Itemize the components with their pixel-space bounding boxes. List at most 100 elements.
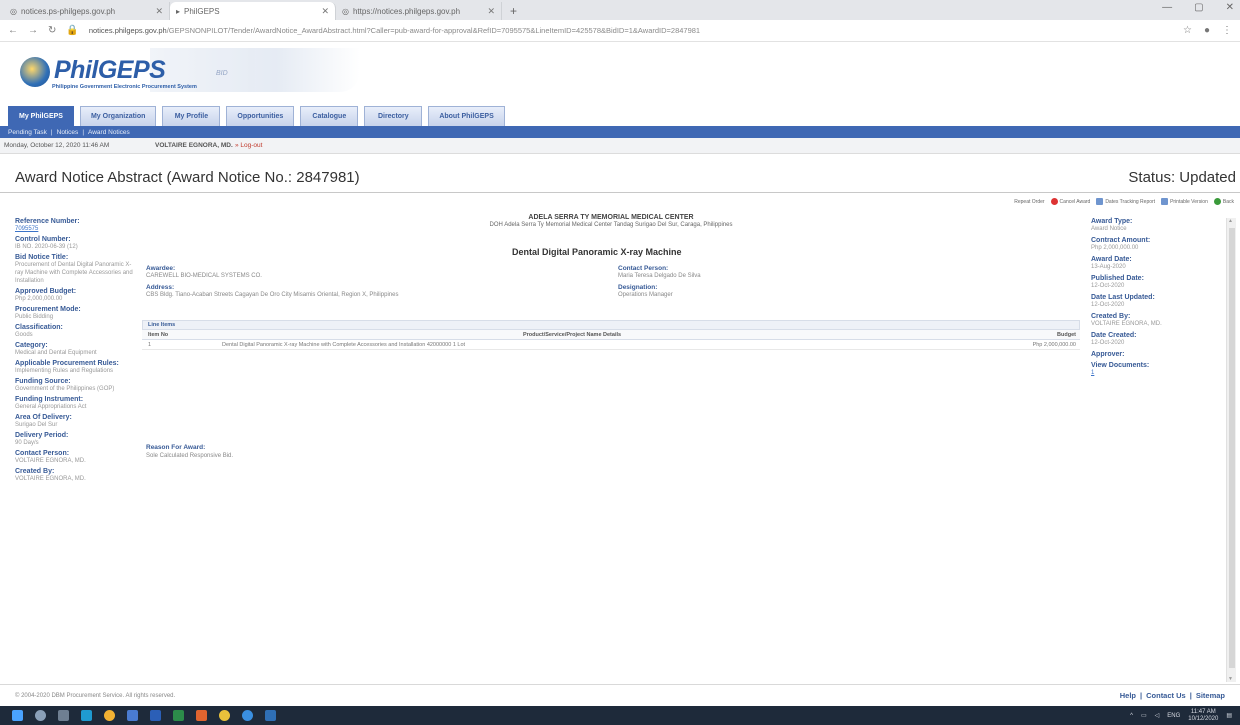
tab-about-philgeps[interactable]: About PhilGEPS: [428, 106, 505, 126]
app-icon[interactable]: [219, 710, 230, 721]
tab-my-profile[interactable]: My Profile: [162, 106, 221, 126]
screen: ◎ notices.ps-philgeps.gov.ph ✕ ▸ PhilGEPS ✕ …: [0, 0, 1240, 725]
logout-link[interactable]: » Log-out: [235, 142, 262, 149]
close-icon[interactable]: ✕: [321, 6, 329, 17]
detail-approved-budget: Approved Budget: Php 2,000,000.00: [15, 288, 135, 303]
tab-directory[interactable]: Directory: [364, 106, 423, 126]
browser-tab[interactable]: ◎ notices.ps-philgeps.gov.ph ✕: [4, 2, 170, 20]
subnav-notices[interactable]: Notices: [57, 129, 79, 136]
excel-icon[interactable]: [173, 710, 184, 721]
volume-icon[interactable]: ◁: [1155, 712, 1160, 719]
browser-tab[interactable]: ◎ https://notices.philgeps.gov.ph ✕: [336, 2, 502, 20]
close-icon[interactable]: ✕: [155, 6, 163, 17]
word-icon[interactable]: [150, 710, 161, 721]
detail-view-documents: View Documents: 1: [1091, 362, 1211, 377]
maximize-icon[interactable]: ▢: [1194, 2, 1203, 13]
contact-us-link[interactable]: Contact Us: [1146, 691, 1186, 700]
url-field[interactable]: notices.philgeps.gov.ph/GEPSNONPILOT/Ten…: [89, 26, 1069, 35]
scrollbar-thumb[interactable]: [1229, 228, 1235, 668]
awardee-address: CBS Bldg. Tiano-Acaban Streets Cagayan D…: [146, 292, 399, 298]
field-value: 90 Day/s: [15, 440, 39, 446]
field-value: 12-Oct-2020: [1091, 340, 1125, 346]
reload-icon[interactable]: ↻: [48, 25, 56, 36]
line-items-title: Line Items: [142, 320, 1080, 330]
field-label: View Documents:: [1091, 362, 1150, 369]
search-icon[interactable]: [35, 710, 46, 721]
close-icon[interactable]: ✕: [487, 6, 495, 17]
repeat-order-link[interactable]: Repeat Order: [1014, 199, 1044, 205]
printable-version-link[interactable]: Printable Version: [1161, 198, 1208, 205]
sub-nav: Pending Task | Notices | Award Notices: [0, 126, 1240, 138]
field-value: 12-Oct-2020: [1091, 302, 1125, 308]
philgeps-favicon: ▸: [176, 6, 181, 16]
chrome-browser-icon[interactable]: [104, 710, 115, 721]
subnav-separator: |: [82, 128, 85, 136]
tab-my-philgeps[interactable]: My PhilGEPS: [8, 106, 74, 126]
help-link[interactable]: Help: [1120, 691, 1136, 700]
detail-procurement-mode: Procurement Mode: Public Bidding: [15, 306, 135, 321]
view-documents-link[interactable]: 1: [1091, 369, 1211, 377]
field-label: Address:: [146, 284, 175, 291]
field-label: Award Type:: [1091, 218, 1133, 225]
address-bar-actions: ☆ ● ⋮: [1183, 25, 1232, 36]
network-icon[interactable]: ▭: [1141, 712, 1147, 719]
task-view-icon[interactable]: [58, 710, 69, 721]
star-icon[interactable]: ☆: [1183, 25, 1192, 36]
powerpoint-icon[interactable]: [196, 710, 207, 721]
chrome-icon[interactable]: [242, 710, 253, 721]
field-label: Delivery Period:: [15, 432, 69, 439]
file-explorer-icon[interactable]: [127, 710, 138, 721]
outlook-icon[interactable]: [265, 710, 276, 721]
scroll-up-icon[interactable]: ▲: [1228, 218, 1233, 224]
menu-dots-icon[interactable]: ⋮: [1222, 25, 1232, 36]
tab-opportunities[interactable]: Opportunities: [226, 106, 295, 126]
sitemap-link[interactable]: Sitemap: [1196, 691, 1225, 700]
logo-text[interactable]: PhilGEPS: [54, 56, 166, 85]
reason-block: Reason For Award: Sole Calculated Respon…: [146, 444, 233, 459]
back-link[interactable]: Back: [1213, 198, 1234, 205]
column-header: Product/Service/Project Name Details: [522, 331, 622, 338]
reference-number-link[interactable]: 7095575: [15, 225, 135, 233]
field-label: Date Created:: [1091, 332, 1137, 339]
detail-created-by: Created By: VOLTAIRE EGNORA, MD.: [15, 468, 135, 483]
session-date: Monday, October 12, 2020 11:46 AM: [4, 142, 110, 149]
subnav-award-notices[interactable]: Award Notices: [88, 129, 130, 136]
field-label: Created By:: [1091, 313, 1131, 320]
subnav-pending-task[interactable]: Pending Task: [8, 129, 47, 136]
dates-tracking-report-link[interactable]: Dates Tracking Report: [1096, 198, 1155, 205]
close-window-icon[interactable]: ✕: [1226, 2, 1234, 13]
tray-arrow-icon[interactable]: ^: [1130, 713, 1133, 719]
banner-text: BID: [216, 70, 228, 77]
clock-date: 10/12/2020: [1188, 715, 1219, 722]
url-host: notices.philgeps.gov.ph: [88, 26, 167, 35]
awardee-block: Awardee: CAREWELL BIO-MEDICAL SYSTEMS CO…: [146, 265, 262, 279]
browser-tab-active[interactable]: ▸ PhilGEPS ✕: [170, 2, 336, 20]
detail-procurement-rules: Applicable Procurement Rules: Implementin…: [15, 360, 135, 375]
notification-icon[interactable]: ▤: [1226, 712, 1232, 719]
language-indicator[interactable]: ENG: [1167, 713, 1180, 719]
url-path: /GEPSNONPILOT/Tender/AwardNotice_AwardAb…: [166, 26, 701, 35]
philgeps-logo-icon[interactable]: [20, 57, 50, 87]
forward-arrow-icon[interactable]: →: [28, 25, 38, 36]
scroll-down-icon[interactable]: ▼: [1228, 676, 1233, 682]
field-value: 13-Aug-2020: [1091, 264, 1126, 270]
minimize-icon[interactable]: —: [1162, 2, 1172, 13]
tab-my-organization[interactable]: My Organization: [79, 106, 157, 126]
detail-award-date: Award Date: 13-Aug-2020: [1091, 256, 1211, 271]
table-header: Item No Product/Service/Project Name Det…: [142, 330, 1080, 340]
contact-name: Maria Teresa Delgado De Silva: [618, 273, 701, 279]
main-nav: My PhilGEPS My Organization My Profile O…: [0, 104, 1240, 126]
profile-icon[interactable]: ●: [1204, 25, 1210, 36]
scrollbar[interactable]: ▲ ▼: [1226, 218, 1236, 682]
clock[interactable]: 11:47 AM 10/12/2020: [1188, 709, 1218, 723]
tab-catalogue[interactable]: Catalogue: [300, 106, 359, 126]
designation-value: Operations Manager: [618, 292, 673, 298]
detail-published-date: Published Date: 12-Oct-2020: [1091, 275, 1211, 290]
cancel-award-link[interactable]: Cancel Award: [1050, 198, 1090, 205]
windows-start-icon[interactable]: [12, 710, 23, 721]
footer-links: Help | Contact Us | Sitemap: [1120, 691, 1225, 700]
back-arrow-icon[interactable]: ←: [8, 25, 18, 36]
new-tab-button[interactable]: +: [502, 2, 525, 20]
detail-funding-instrument: Funding Instrument: General Appropriation…: [15, 396, 135, 411]
edge-browser-icon[interactable]: [81, 710, 92, 721]
